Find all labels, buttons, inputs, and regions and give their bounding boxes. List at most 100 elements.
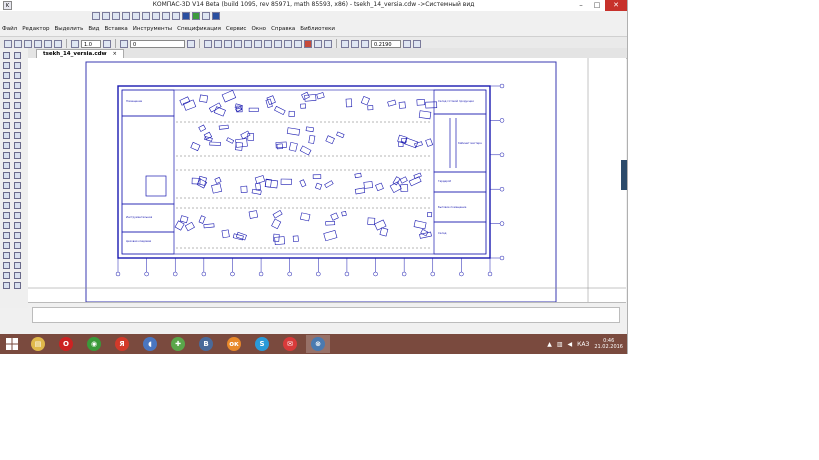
refresh-icon[interactable] (304, 39, 312, 48)
tab-document[interactable]: tsekh_14_versia.cdw × (36, 49, 124, 58)
drawing-canvas[interactable]: Помещение Цеховая кладовая Инструменталь… (28, 58, 626, 303)
snap-icon[interactable] (44, 39, 52, 48)
zoom-in-icon[interactable] (341, 39, 349, 48)
help-icon[interactable] (212, 12, 220, 20)
tool-icon[interactable] (3, 262, 10, 269)
layer-manager-icon[interactable] (187, 39, 195, 48)
taskbar-app[interactable]: O (54, 335, 78, 353)
tool-icon[interactable] (14, 92, 21, 99)
tool-icon[interactable] (3, 72, 10, 79)
fx-icon[interactable] (202, 12, 210, 20)
menu-item[interactable]: Файл (2, 26, 17, 32)
tool-icon[interactable] (14, 172, 21, 179)
zoom-out-icon[interactable] (361, 39, 369, 48)
line-step-combo[interactable]: 1.0 (81, 39, 101, 48)
tool-icon[interactable] (14, 202, 21, 209)
menu-item[interactable]: Справка (271, 26, 295, 32)
taskbar-app[interactable]: ок (222, 335, 246, 353)
tray-expand-icon[interactable]: ▲ (547, 341, 552, 348)
save-icon[interactable] (112, 12, 120, 20)
vertical-scrollbar-thumb[interactable] (621, 160, 627, 190)
menu-item[interactable]: Спецификация (177, 26, 221, 32)
tool-icon[interactable] (3, 202, 10, 209)
show-all-icon[interactable] (413, 39, 421, 48)
menu-item[interactable]: Сервис (226, 26, 247, 32)
help-icon-2[interactable] (54, 39, 62, 48)
manager-icon[interactable] (182, 12, 190, 20)
zoom-combo[interactable]: 0.2190 (371, 39, 401, 48)
open-folder-icon[interactable] (102, 12, 110, 20)
zoom-window-icon[interactable] (351, 39, 359, 48)
taskbar-app[interactable]: ⊗ (306, 335, 330, 353)
clock[interactable]: 0:46 21.02.2016 (594, 338, 623, 350)
tool-icon[interactable] (3, 62, 10, 69)
filter-icon[interactable] (314, 39, 322, 48)
command-line[interactable] (32, 307, 620, 323)
network-icon[interactable]: ▥ (557, 341, 563, 348)
copy-icon[interactable] (142, 12, 150, 20)
properties-icon[interactable] (192, 12, 200, 20)
tool-icon[interactable] (3, 52, 10, 59)
tool-icon[interactable] (3, 152, 10, 159)
language-indicator[interactable]: КАЗ (577, 341, 589, 348)
cut-icon[interactable] (132, 12, 140, 20)
tab-close-icon[interactable]: × (113, 51, 117, 57)
grid-icon[interactable] (14, 39, 22, 48)
tool-icon[interactable] (14, 102, 21, 109)
undo-icon[interactable] (162, 12, 170, 20)
select-icon[interactable] (294, 39, 302, 48)
tool-icon[interactable] (14, 222, 21, 229)
menu-item[interactable]: Выделить (54, 26, 83, 32)
tool-icon[interactable] (14, 82, 21, 89)
cursor-step-icon[interactable] (103, 39, 111, 48)
taskbar-app[interactable]: ▤ (26, 335, 50, 353)
tool-icon[interactable] (3, 192, 10, 199)
designation-icon[interactable] (274, 39, 282, 48)
taskbar-app[interactable]: ◉ (82, 335, 106, 353)
tool-icon[interactable] (14, 162, 21, 169)
maximize-button[interactable]: □ (589, 0, 605, 11)
tool-icon[interactable] (14, 272, 21, 279)
menu-item[interactable]: Вставка (104, 26, 127, 32)
tool-icon[interactable] (3, 142, 10, 149)
tool-icon[interactable] (14, 132, 21, 139)
menu-item[interactable]: Редактор (22, 26, 49, 32)
tool-icon[interactable] (3, 232, 10, 239)
paste-icon[interactable] (152, 12, 160, 20)
tool-icon[interactable] (14, 252, 21, 259)
tool-icon[interactable] (3, 282, 10, 289)
menu-item[interactable]: Инструменты (133, 26, 172, 32)
tool-icon[interactable] (3, 122, 10, 129)
tool-icon[interactable] (14, 52, 21, 59)
tool-icon[interactable] (3, 212, 10, 219)
new-document-icon[interactable] (92, 12, 100, 20)
tool-icon[interactable] (3, 82, 10, 89)
tool-icon[interactable] (14, 212, 21, 219)
tool-icon[interactable] (3, 172, 10, 179)
taskbar-app[interactable]: S (250, 335, 274, 353)
tool-icon[interactable] (3, 182, 10, 189)
taskbar-app[interactable]: ◖ (138, 335, 162, 353)
edit-icon[interactable] (284, 39, 292, 48)
tool-icon[interactable] (3, 92, 10, 99)
redo-icon[interactable] (172, 12, 180, 20)
tool-icon[interactable] (14, 262, 21, 269)
tool-icon[interactable] (3, 162, 10, 169)
hatch-icon[interactable] (254, 39, 262, 48)
layout-icon[interactable] (4, 39, 12, 48)
close-button[interactable]: ✕ (605, 0, 627, 11)
tool-icon[interactable] (14, 232, 21, 239)
taskbar-app[interactable]: ✚ (166, 335, 190, 353)
tool-icon[interactable] (14, 192, 21, 199)
view-props-icon[interactable] (214, 39, 222, 48)
tool-icon[interactable] (3, 252, 10, 259)
tool-icon[interactable] (3, 222, 10, 229)
tool-icon[interactable] (14, 242, 21, 249)
view-icon[interactable] (204, 39, 212, 48)
pan-icon[interactable] (403, 39, 411, 48)
print-icon[interactable] (122, 12, 130, 20)
tool-icon[interactable] (14, 62, 21, 69)
tool-icon[interactable] (14, 72, 21, 79)
tool-icon[interactable] (14, 142, 21, 149)
tool-icon[interactable] (14, 182, 21, 189)
